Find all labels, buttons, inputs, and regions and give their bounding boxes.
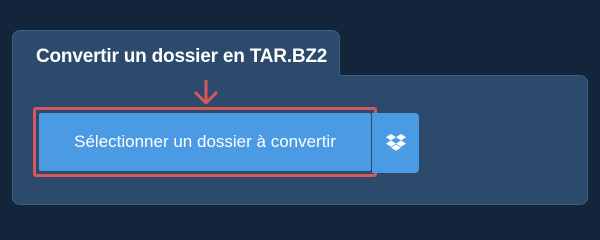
down-arrow-icon — [194, 80, 218, 105]
panel-seam — [13, 70, 339, 78]
dropbox-icon — [385, 134, 406, 151]
panel-title: Convertir un dossier en TAR.BZ2 — [36, 46, 328, 67]
dropbox-button[interactable] — [372, 113, 419, 173]
select-folder-button[interactable]: Sélectionner un dossier à convertir — [39, 113, 371, 171]
